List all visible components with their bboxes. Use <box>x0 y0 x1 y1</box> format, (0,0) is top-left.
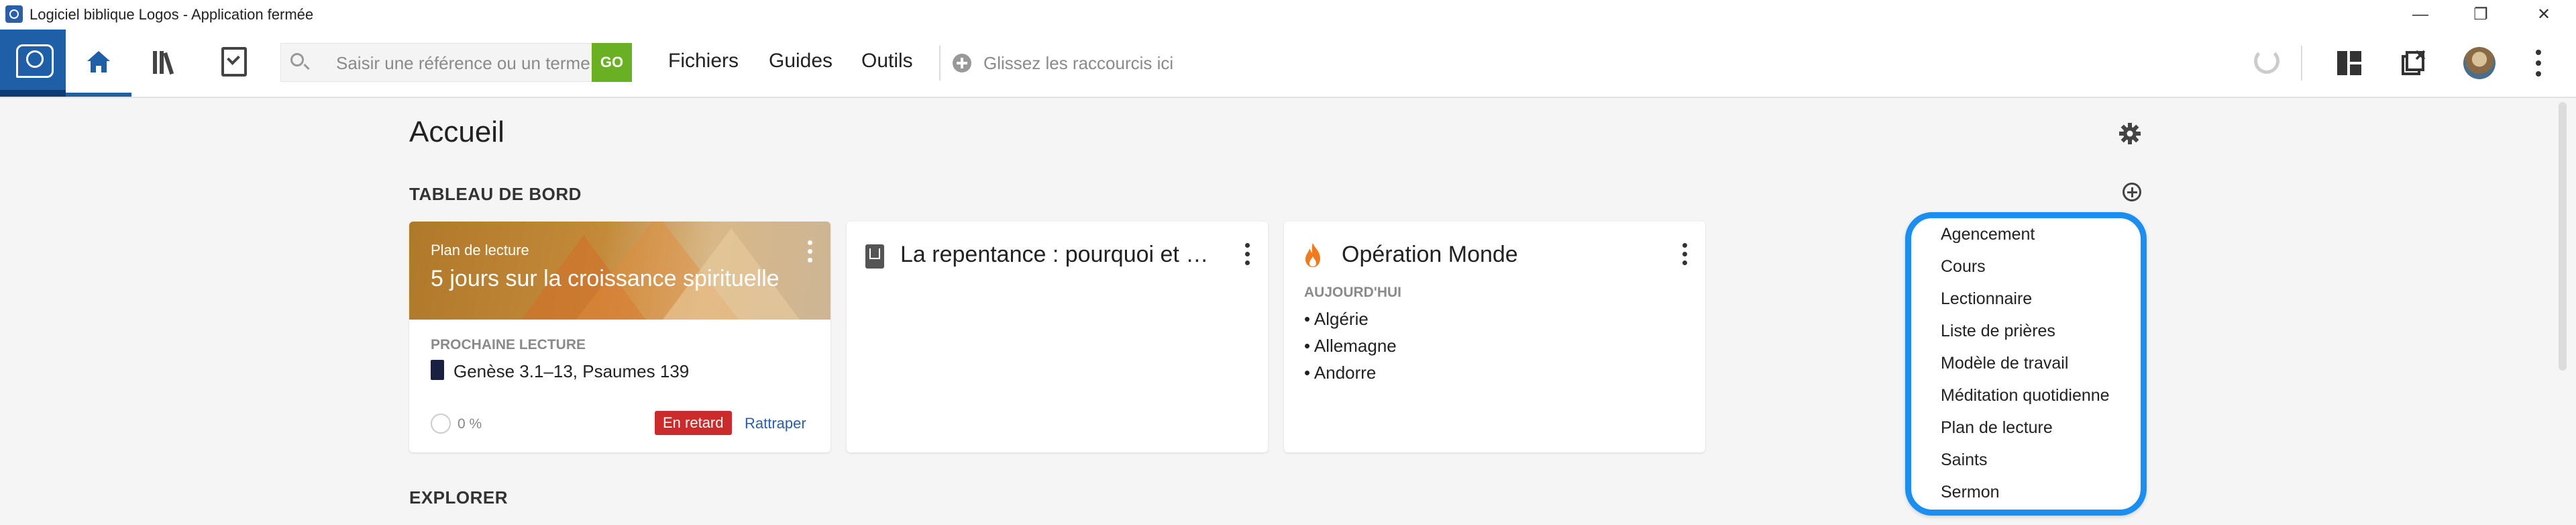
menu-item-cours[interactable]: Cours <box>1941 257 1986 277</box>
menu-item-sermon[interactable]: Sermon <box>1941 483 2000 502</box>
restore-icon: ❐ <box>2473 5 2488 23</box>
library-icon <box>153 51 174 75</box>
minimize-icon: — <box>2412 5 2428 23</box>
home-icon <box>87 51 110 73</box>
close-panels-icon[interactable] <box>2400 50 2427 77</box>
country-item[interactable]: • Andorre <box>1304 363 1376 383</box>
close-icon: ✕ <box>2536 5 2551 23</box>
explore-heading: EXPLORER <box>409 487 508 508</box>
reading-plan-card[interactable]: Plan de lecture 5 jours sur la croissanc… <box>409 222 830 452</box>
next-reading[interactable]: Genèse 3.1–13, Psaumes 139 <box>453 361 689 382</box>
home-button[interactable] <box>66 30 131 97</box>
country-item[interactable]: • Allemagne <box>1304 336 1397 356</box>
sync-icon[interactable] <box>2254 48 2279 74</box>
more-vertical-icon[interactable] <box>2536 50 2541 77</box>
document-card[interactable]: La repentance : pourquoi et … <box>847 222 1268 452</box>
menu-item-liste-de-prieres[interactable]: Liste de prières <box>1941 322 2055 341</box>
tasks-button[interactable] <box>200 30 266 97</box>
menu-item-plan-de-lecture[interactable]: Plan de lecture <box>1941 418 2053 438</box>
menu-item-modele-de-travail[interactable]: Modèle de travail <box>1941 354 2068 373</box>
search-input[interactable] <box>335 44 592 83</box>
home-page: Accueil TABLEAU DE BORD Plan de lecture … <box>0 98 2576 525</box>
logos-logo-icon <box>16 44 54 78</box>
close-window-button[interactable]: ✕ <box>2524 3 2564 27</box>
toolbar-divider <box>939 46 941 81</box>
menu-guides[interactable]: Guides <box>769 50 833 73</box>
menu-item-meditation-quotidienne[interactable]: Méditation quotidienne <box>1941 386 2110 405</box>
country-item[interactable]: • Algérie <box>1304 309 1368 330</box>
operation-monde-card[interactable]: Opération Monde AUJOURD'HUI • Algérie • … <box>1284 222 1705 452</box>
progress-ring-icon <box>431 414 451 434</box>
go-button[interactable]: GO <box>592 43 632 82</box>
book-icon <box>431 360 444 380</box>
next-reading-label: PROCHAINE LECTURE <box>431 337 586 352</box>
shortcuts-bar[interactable]: Glissez les raccourcis ici <box>983 53 1173 74</box>
dashboard-heading: TABLEAU DE BORD <box>409 184 582 204</box>
search-box: GO <box>280 43 632 83</box>
catch-up-link[interactable]: Rattraper <box>745 415 806 432</box>
menu-item-lectionnaire[interactable]: Lectionnaire <box>1941 289 2032 309</box>
minimize-button[interactable]: — <box>2400 3 2440 27</box>
today-label: AUJOURD'HUI <box>1304 285 1402 300</box>
reading-plan-label: Plan de lecture <box>431 242 529 258</box>
gear-icon[interactable] <box>2118 122 2141 145</box>
late-badge: En retard <box>655 411 732 435</box>
restore-button[interactable]: ❐ <box>2461 3 2501 27</box>
reading-plan-banner: Plan de lecture 5 jours sur la croissanc… <box>409 222 830 320</box>
layout-icon[interactable] <box>2337 51 2361 75</box>
add-widget-menu: Agencement Cours Lectionnaire Liste de p… <box>1905 212 2147 516</box>
add-widget-icon[interactable] <box>2123 183 2141 201</box>
page-title: Accueil <box>409 115 504 148</box>
avatar[interactable] <box>2463 47 2496 79</box>
document-icon <box>865 244 884 269</box>
card-menu-icon[interactable] <box>1245 243 1250 267</box>
add-shortcut-icon[interactable] <box>953 54 971 73</box>
reading-plan-title: 5 jours sur la croissance spirituelle <box>431 266 780 291</box>
scrollbar[interactable] <box>2559 102 2567 371</box>
flame-icon <box>1305 243 1320 267</box>
menu-outils[interactable]: Outils <box>861 50 913 73</box>
app-icon <box>5 5 23 23</box>
card-menu-icon[interactable] <box>808 240 813 265</box>
card-menu-icon[interactable] <box>1682 243 1688 267</box>
operation-monde-title[interactable]: Opération Monde <box>1342 242 1518 268</box>
window-title: Logiciel biblique Logos - Application fe… <box>30 6 314 23</box>
library-button[interactable] <box>133 30 199 97</box>
document-title[interactable]: La repentance : pourquoi et … <box>900 242 1208 268</box>
menu-fichiers[interactable]: Fichiers <box>668 50 739 73</box>
menu-item-agencement[interactable]: Agencement <box>1941 225 2035 244</box>
main-toolbar: GO Fichiers Guides Outils Glissez les ra… <box>0 30 2576 98</box>
search-icon <box>290 53 304 66</box>
logos-button[interactable] <box>0 30 66 97</box>
progress-percent: 0 % <box>458 416 482 432</box>
menu-item-saints[interactable]: Saints <box>1941 450 1987 470</box>
tasks-icon <box>221 47 247 77</box>
toolbar-divider <box>2301 46 2302 81</box>
title-bar: Logiciel biblique Logos - Application fe… <box>0 0 2576 30</box>
